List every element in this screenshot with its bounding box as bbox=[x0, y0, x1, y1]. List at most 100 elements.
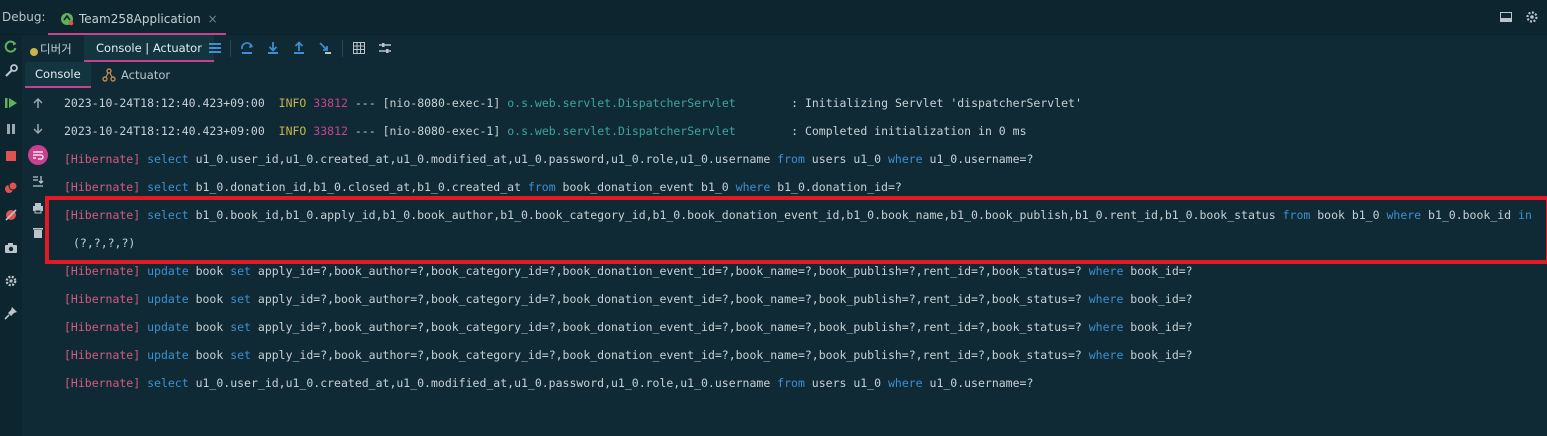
sql-text: b1_0.donation_id=? bbox=[770, 180, 902, 194]
log-line: [Hibernate] select u1_0.user_id,u1_0.cre… bbox=[64, 369, 1033, 397]
log-message: : Completed initialization in 0 ms bbox=[791, 124, 1027, 138]
sql-keyword: update bbox=[147, 292, 189, 306]
spring-boot-icon bbox=[60, 12, 74, 26]
sql-text: users u1_0 bbox=[804, 152, 888, 166]
scroll-up-icon[interactable] bbox=[28, 93, 48, 113]
log-separator: --- bbox=[354, 124, 376, 138]
log-level: INFO bbox=[278, 124, 307, 138]
mute-breakpoints-icon[interactable] bbox=[3, 207, 19, 223]
tab-actuator-label: Actuator bbox=[121, 68, 171, 82]
actuator-icon bbox=[102, 68, 116, 82]
hibernate-tag: [Hibernate] bbox=[64, 292, 141, 306]
trace-settings-icon[interactable] bbox=[376, 39, 394, 57]
sql-keyword: update bbox=[147, 264, 189, 278]
debug-label: Debug: bbox=[2, 10, 46, 24]
rerun-icon[interactable] bbox=[3, 38, 19, 54]
sql-text: book_id=? bbox=[1123, 348, 1193, 362]
log-pid: 33812 bbox=[313, 124, 348, 138]
pause-icon[interactable] bbox=[3, 121, 19, 137]
camera-icon[interactable] bbox=[3, 240, 19, 256]
log-line: [Hibernate] update book set apply_id=?,b… bbox=[64, 341, 1193, 369]
hibernate-tag: [Hibernate] bbox=[64, 180, 141, 194]
log-line: 2023-10-24T18:12:40.423+09:00 INFO 33812… bbox=[64, 117, 1027, 145]
debugger-toolbar: 디버거 Console | Actuator bbox=[22, 35, 1547, 62]
sql-keyword: select bbox=[147, 180, 189, 194]
step-into-icon[interactable] bbox=[264, 39, 282, 57]
tab-console-actuator[interactable]: Console | Actuator bbox=[84, 35, 214, 62]
evaluate-expression-icon[interactable] bbox=[350, 39, 368, 57]
log-thread: [nio-8080-exec-1] bbox=[382, 124, 501, 138]
hibernate-tag: [Hibernate] bbox=[64, 152, 141, 166]
scroll-down-icon[interactable] bbox=[28, 119, 48, 139]
pin-icon[interactable] bbox=[3, 305, 19, 321]
sql-text: book_donation_event b1_0 bbox=[555, 180, 736, 194]
sql-keyword: set bbox=[230, 292, 251, 306]
sql-keyword: update bbox=[147, 348, 189, 362]
stop-icon[interactable] bbox=[3, 148, 19, 164]
wrench-icon[interactable] bbox=[3, 63, 19, 79]
restore-layout-icon[interactable] bbox=[1499, 10, 1513, 24]
sql-text: u1_0.username=? bbox=[922, 152, 1034, 166]
log-logger[interactable]: o.s.web.servlet.DispatcherServlet bbox=[507, 124, 735, 138]
debugger-icon bbox=[30, 47, 38, 56]
sql-text: book_id=? bbox=[1123, 292, 1193, 306]
debug-left-toolbar bbox=[0, 35, 22, 436]
hibernate-tag: [Hibernate] bbox=[64, 320, 141, 334]
sql-text: users u1_0 bbox=[804, 376, 888, 390]
sql-keyword: where bbox=[887, 376, 923, 390]
step-out-icon[interactable] bbox=[290, 39, 308, 57]
log-level: INFO bbox=[278, 96, 307, 110]
sql-keyword: from bbox=[527, 180, 556, 194]
sql-keyword: set bbox=[230, 348, 251, 362]
sql-text: book_id=? bbox=[1123, 264, 1193, 278]
run-to-cursor-icon[interactable] bbox=[316, 39, 334, 57]
sql-text: b1_0.donation_id,b1_0.closed_at,b1_0.cre… bbox=[188, 180, 528, 194]
tab-debugger-label: 디버거 bbox=[40, 41, 72, 56]
sql-keyword: where bbox=[735, 180, 771, 194]
close-icon[interactable]: × bbox=[208, 12, 218, 26]
tab-console[interactable]: Console bbox=[25, 62, 91, 88]
sql-text: book_id=? bbox=[1123, 320, 1193, 334]
menu-icon[interactable] bbox=[206, 39, 224, 57]
sql-keyword: where bbox=[887, 152, 923, 166]
soft-wrap-icon[interactable] bbox=[28, 145, 48, 165]
scroll-to-end-icon[interactable] bbox=[28, 171, 48, 191]
highlight-annotation-box bbox=[45, 196, 1547, 264]
hibernate-tag: [Hibernate] bbox=[64, 376, 141, 390]
sql-keyword: set bbox=[230, 264, 251, 278]
log-line: [Hibernate] update book set apply_id=?,b… bbox=[64, 285, 1193, 313]
log-line: [Hibernate] select u1_0.user_id,u1_0.cre… bbox=[64, 145, 1033, 173]
sql-keyword: from bbox=[777, 376, 805, 390]
sql-text: book bbox=[188, 264, 231, 278]
log-logger[interactable]: o.s.web.servlet.DispatcherServlet bbox=[507, 96, 735, 110]
sql-keyword: where bbox=[1088, 320, 1124, 334]
sql-keyword: select bbox=[147, 376, 189, 390]
sql-text: book bbox=[188, 348, 231, 362]
tab-debugger[interactable]: 디버거 bbox=[30, 35, 72, 62]
log-timestamp: 2023-10-24T18:12:40.423+09:00 bbox=[64, 96, 265, 110]
log-line: 2023-10-24T18:12:40.423+09:00 INFO 33812… bbox=[64, 89, 1082, 117]
sql-text: u1_0.username=? bbox=[922, 376, 1034, 390]
log-thread: [nio-8080-exec-1] bbox=[382, 96, 501, 110]
log-separator: --- bbox=[354, 96, 376, 110]
gear-icon[interactable] bbox=[1525, 10, 1539, 24]
sql-text: u1_0.user_id,u1_0.created_at,u1_0.modifi… bbox=[188, 376, 778, 390]
sql-keyword: select bbox=[147, 152, 189, 166]
sql-text: apply_id=?,book_author=?,book_category_i… bbox=[250, 348, 1089, 362]
tab-actuator[interactable]: Actuator bbox=[102, 62, 170, 88]
log-timestamp: 2023-10-24T18:12:40.423+09:00 bbox=[64, 124, 265, 138]
sql-keyword: from bbox=[777, 152, 805, 166]
tab-team258application[interactable]: Team258Application × bbox=[48, 4, 226, 35]
sql-keyword: where bbox=[1088, 264, 1124, 278]
tab-console-actuator-label: Console | Actuator bbox=[96, 40, 202, 55]
sql-text: book bbox=[188, 320, 231, 334]
sql-keyword: set bbox=[230, 320, 251, 334]
view-breakpoints-icon[interactable] bbox=[3, 180, 19, 196]
step-over-icon[interactable] bbox=[238, 39, 256, 57]
sql-text: apply_id=?,book_author=?,book_category_i… bbox=[250, 320, 1089, 334]
tab-console-label: Console bbox=[35, 67, 81, 81]
log-pid: 33812 bbox=[313, 96, 348, 110]
resume-icon[interactable] bbox=[3, 95, 19, 111]
settings-icon[interactable] bbox=[3, 273, 19, 289]
sql-text: apply_id=?,book_author=?,book_category_i… bbox=[250, 292, 1089, 306]
